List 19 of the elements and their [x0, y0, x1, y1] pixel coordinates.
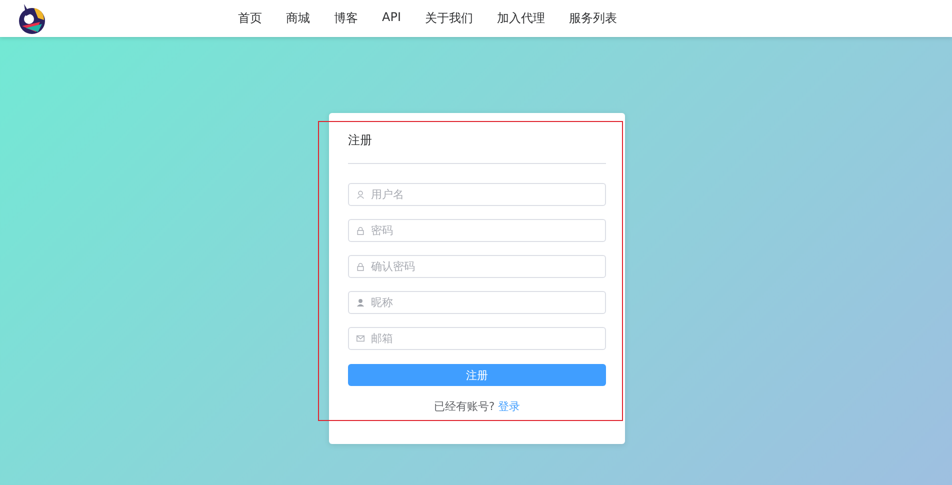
nav-link[interactable]: 博客: [322, 10, 370, 27]
nav-link[interactable]: 首页: [226, 10, 274, 27]
nav-link[interactable]: API: [370, 10, 413, 27]
nav-link[interactable]: 关于我们: [412, 10, 485, 27]
login-prompt: 已经有账号?: [434, 400, 495, 413]
person-icon: [356, 298, 365, 307]
lock-icon: [356, 262, 365, 271]
input-field[interactable]: 昵称: [348, 291, 606, 314]
nav-link[interactable]: 商城: [274, 10, 322, 27]
user-icon: [356, 190, 365, 199]
input-field[interactable]: 用户名: [348, 183, 606, 206]
nav-link[interactable]: 服务列表: [556, 10, 629, 27]
input-field[interactable]: 确认密码: [348, 255, 606, 278]
mail-icon: [356, 334, 365, 343]
input-field[interactable]: 邮箱: [348, 327, 606, 350]
nav-link[interactable]: 加入代理: [484, 10, 557, 27]
input-field[interactable]: 密码: [348, 219, 606, 242]
lock-icon: [356, 226, 365, 235]
form-title: 注册: [348, 132, 373, 149]
